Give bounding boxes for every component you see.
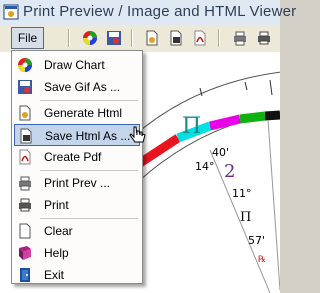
menu-separator xyxy=(40,170,138,171)
menu-item-print-preview[interactable]: Print Prev ... xyxy=(14,172,140,194)
degree-label: 14° xyxy=(195,160,215,173)
degree-label: 11° xyxy=(232,187,252,200)
file-dropdown-menu: Draw Chart Save Gif As ... Generate Html… xyxy=(11,50,143,284)
menu-item-label: Save Gif As ... xyxy=(44,80,121,94)
help-book-icon xyxy=(19,246,31,260)
retrograde-label: ℞ xyxy=(258,255,266,265)
save-image-icon xyxy=(18,80,32,94)
printer-icon[interactable] xyxy=(256,30,272,46)
menu-item-draw-chart[interactable]: Draw Chart xyxy=(14,54,140,76)
sign-label-large: Π xyxy=(182,114,201,139)
color-wheel-icon xyxy=(18,58,32,72)
menu-item-label: Draw Chart xyxy=(44,58,105,72)
menu-item-help[interactable]: Help xyxy=(14,242,140,264)
exit-icon xyxy=(20,268,30,282)
menu-item-label: Generate Html xyxy=(44,106,123,120)
minute-label: 40' xyxy=(212,146,229,159)
menu-item-label: Save Html As ... xyxy=(45,129,131,143)
app-icon xyxy=(3,4,19,20)
menu-item-label: Clear xyxy=(44,224,73,238)
printer-icon xyxy=(19,198,31,212)
menu-separator xyxy=(40,100,138,101)
window-title: Print Preview / Image and HTML Viewer xyxy=(23,3,297,20)
toolbar-separator xyxy=(68,29,70,47)
menu-separator xyxy=(40,218,138,219)
minute-label: 57' xyxy=(248,234,265,247)
html-document-icon xyxy=(19,105,31,121)
html-document-icon[interactable] xyxy=(144,30,160,46)
pdf-icon xyxy=(19,149,31,165)
planet-label: 2 xyxy=(224,161,235,182)
pdf-icon[interactable] xyxy=(192,30,208,46)
save-html-icon xyxy=(20,128,32,144)
menu-item-label: Exit xyxy=(44,268,65,282)
menu-item-save-html[interactable]: Save Html As ... xyxy=(14,124,140,146)
toolbar-separator xyxy=(131,29,133,47)
menu-item-clear[interactable]: Clear xyxy=(14,220,140,242)
color-wheel-icon[interactable] xyxy=(82,30,98,46)
band-black-end xyxy=(264,110,280,121)
print-preview-icon xyxy=(19,176,31,191)
toolbar: File xyxy=(0,25,280,53)
print-preview-icon[interactable] xyxy=(232,30,248,46)
band-green xyxy=(239,111,266,124)
menu-item-save-gif[interactable]: Save Gif As ... xyxy=(14,76,140,98)
blank-page-icon xyxy=(19,223,31,239)
menu-item-print[interactable]: Print xyxy=(14,194,140,216)
menu-item-create-pdf[interactable]: Create Pdf xyxy=(14,146,140,168)
menu-item-label: Help xyxy=(44,246,69,260)
title-bar: Print Preview / Image and HTML Viewer xyxy=(0,0,296,26)
mouse-cursor-icon xyxy=(129,126,146,143)
menu-item-generate-html[interactable]: Generate Html xyxy=(14,102,140,124)
menu-item-label: Create Pdf xyxy=(44,150,102,164)
toolbar-separator xyxy=(218,29,220,47)
save-html-icon[interactable] xyxy=(168,30,184,46)
sign-label-small: Π xyxy=(240,210,251,225)
save-image-icon[interactable] xyxy=(106,30,122,46)
menu-item-exit[interactable]: Exit xyxy=(14,264,140,286)
file-menu[interactable]: File xyxy=(11,27,44,49)
menu-item-label: Print Prev ... xyxy=(44,176,111,190)
menu-item-label: Print xyxy=(44,198,69,212)
